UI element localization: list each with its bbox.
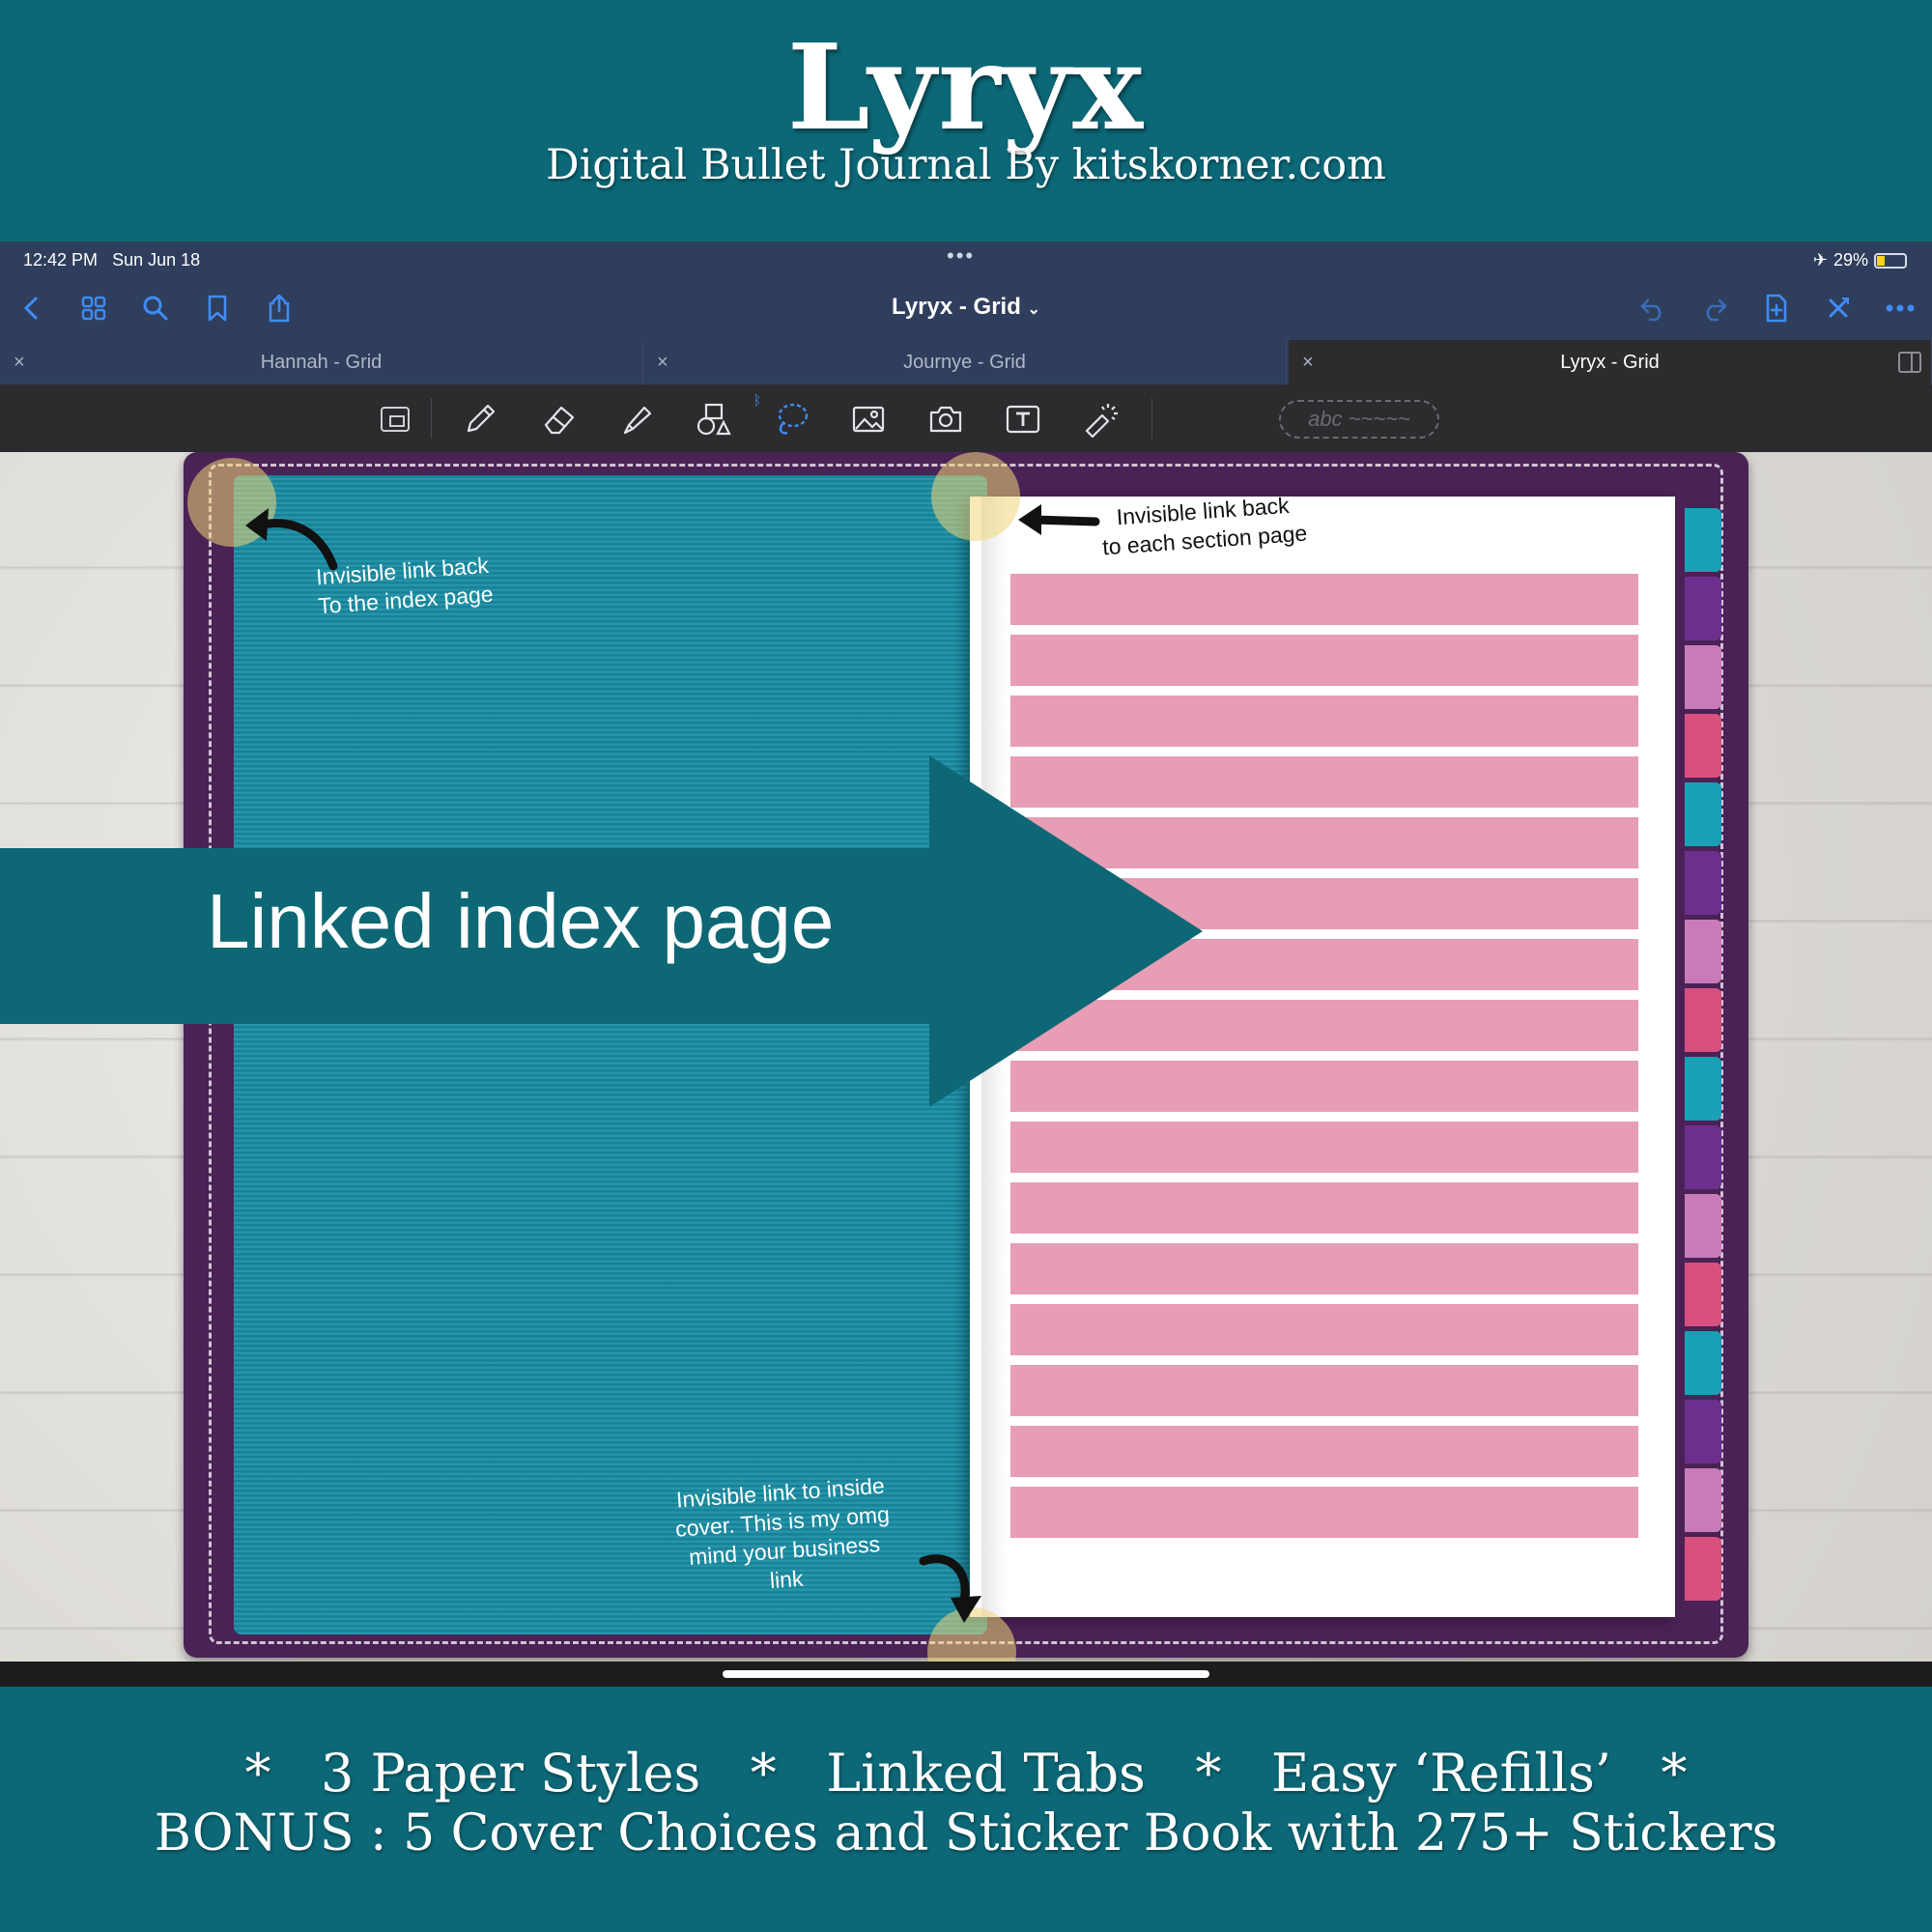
redo-icon[interactable]	[1694, 288, 1735, 328]
tab-label: Lyryx - Grid	[1560, 351, 1660, 373]
status-time-date: 12:42 PM Sun Jun 18	[23, 250, 200, 270]
battery-level	[1877, 255, 1885, 266]
section-tab[interactable]	[1685, 782, 1721, 846]
camera-icon[interactable]	[923, 397, 968, 441]
share-icon[interactable]	[259, 288, 299, 328]
close-tab-icon[interactable]: ×	[1302, 352, 1314, 374]
more-icon[interactable]	[1880, 288, 1920, 328]
home-indicator[interactable]	[723, 1670, 1209, 1678]
section-tab[interactable]	[1685, 1400, 1721, 1463]
arrow-to-cover-icon	[919, 1554, 981, 1623]
status-indicators: ✈ 29%	[1813, 250, 1907, 270]
back-icon[interactable]	[12, 288, 52, 328]
promo-footer: * 3 Paper Styles * Linked Tabs * Easy ‘R…	[0, 1687, 1932, 1932]
index-entry-row[interactable]	[1010, 574, 1638, 625]
toolbar-divider	[431, 398, 432, 439]
tab-hannah-grid[interactable]: × Hannah - Grid	[0, 340, 643, 384]
section-link-hotspot[interactable]	[931, 452, 1020, 541]
battery-percent: 29%	[1833, 250, 1868, 270]
undo-icon[interactable]	[1633, 288, 1673, 328]
section-tab[interactable]	[1685, 1537, 1721, 1601]
section-tab[interactable]	[1685, 1263, 1721, 1326]
home-indicator-bar	[0, 1662, 1932, 1687]
lasso-icon[interactable]	[769, 397, 813, 441]
search-icon[interactable]	[135, 288, 176, 328]
airplane-icon: ✈	[1812, 250, 1828, 270]
section-tab[interactable]	[1685, 577, 1721, 640]
section-tab[interactable]	[1685, 1194, 1721, 1258]
section-tab[interactable]	[1685, 1468, 1721, 1532]
status-date: Sun Jun 18	[112, 250, 201, 270]
multitasking-dots-icon[interactable]: •••	[947, 243, 975, 269]
promo-title: Lyryx	[786, 17, 1146, 156]
inside-cover-link-note: Invisible link to inside cover. This is …	[674, 1472, 891, 1594]
image-icon[interactable]	[846, 397, 891, 441]
highlighter-icon[interactable]	[614, 397, 659, 441]
section-tab[interactable]	[1685, 1125, 1721, 1189]
pen-icon[interactable]	[458, 397, 502, 441]
index-entry-row[interactable]	[1010, 1426, 1638, 1477]
status-bar: 12:42 PM Sun Jun 18 ••• ✈ 29%	[0, 242, 1932, 276]
close-doc-icon[interactable]	[1818, 288, 1859, 328]
section-tab[interactable]	[1685, 645, 1721, 709]
arrow-to-section-icon	[1018, 504, 1100, 535]
status-time: 12:42 PM	[23, 250, 99, 270]
section-tab[interactable]	[1685, 1057, 1721, 1121]
section-tab[interactable]	[1685, 920, 1721, 983]
document-tab-bar: × Hannah - Grid × Journye - Grid × Lyryx…	[0, 340, 1932, 384]
index-entry-row[interactable]	[1010, 635, 1638, 686]
index-entry-row[interactable]	[1010, 696, 1638, 747]
promo-header: Lyryx Digital Bullet Journal By kitskorn…	[0, 0, 1932, 242]
section-tab[interactable]	[1685, 714, 1721, 778]
tab-journye-grid[interactable]: × Journye - Grid	[643, 340, 1287, 384]
callout-label: Linked index page	[207, 878, 835, 964]
section-tab[interactable]	[1685, 851, 1721, 915]
bonus-line: BONUS : 5 Cover Choices and Sticker Book…	[154, 1804, 1778, 1862]
document-title-menu[interactable]	[869, 290, 1063, 328]
section-tab[interactable]	[1685, 508, 1721, 572]
handwriting-recognition-button[interactable]: abc ~~~~~	[1279, 400, 1439, 439]
promo-subtitle: Digital Bullet Journal By kitskorner.com	[546, 141, 1386, 189]
eraser-icon[interactable]	[537, 397, 582, 441]
close-tab-icon[interactable]: ×	[657, 352, 668, 374]
index-entry-row[interactable]	[1010, 1365, 1638, 1416]
navigation-bar: Lyryx - Grid ⌄	[0, 276, 1932, 340]
section-tab[interactable]	[1685, 988, 1721, 1052]
tab-label: Hannah - Grid	[260, 351, 383, 373]
battery-icon	[1874, 252, 1907, 269]
index-entry-row[interactable]	[1010, 1304, 1638, 1355]
drawing-toolbar: ᛒ abc ~~~~~	[0, 384, 1932, 452]
tab-lyryx-grid[interactable]: × Lyryx - Grid	[1289, 340, 1932, 384]
add-page-icon[interactable]	[1756, 288, 1797, 328]
tab-label: Journye - Grid	[903, 351, 1026, 373]
bookmark-icon[interactable]	[197, 288, 238, 328]
close-tab-icon[interactable]: ×	[14, 352, 25, 374]
index-entry-row[interactable]	[1010, 1487, 1638, 1538]
split-view-icon[interactable]	[1898, 352, 1921, 373]
section-tab[interactable]	[1685, 1331, 1721, 1395]
index-entry-row[interactable]	[1010, 1243, 1638, 1294]
zoom-window-icon[interactable]	[373, 397, 417, 441]
thumbnails-icon[interactable]	[73, 288, 114, 328]
shapes-icon[interactable]	[692, 397, 736, 441]
laser-pointer-icon[interactable]	[1078, 397, 1122, 441]
index-link-note: Invisible link back To the index page	[315, 552, 495, 619]
index-entry-row[interactable]	[1010, 1182, 1638, 1234]
toolbar-divider	[1151, 398, 1152, 439]
feature-list: * 3 Paper Styles * Linked Tabs * Easy ‘R…	[244, 1743, 1688, 1804]
bluetooth-icon: ᛒ	[753, 392, 762, 408]
text-box-icon[interactable]	[1001, 397, 1045, 441]
